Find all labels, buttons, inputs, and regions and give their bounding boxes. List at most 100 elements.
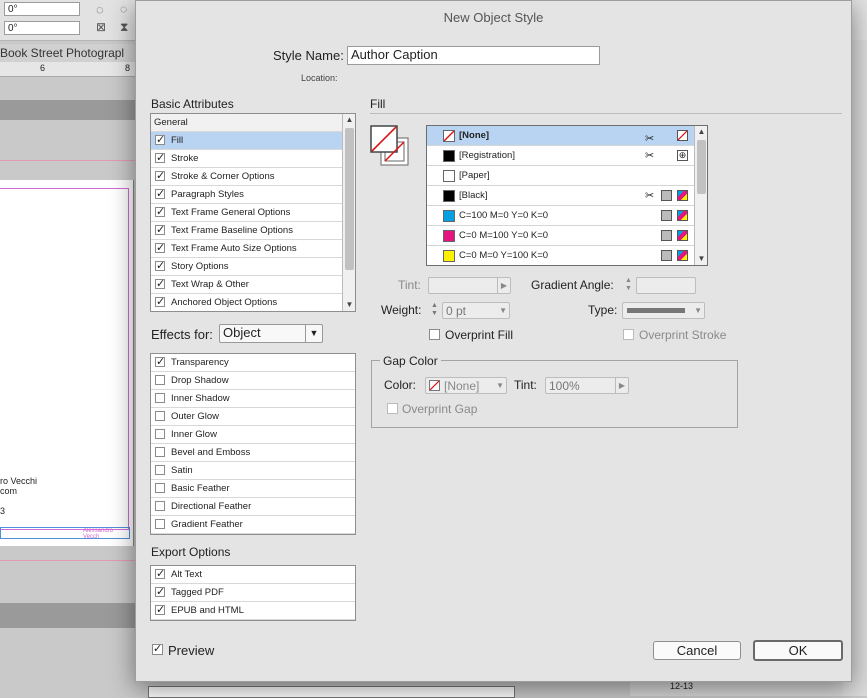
story-options-checkbox[interactable]: ✓ xyxy=(155,261,165,272)
gap-tint-field[interactable]: 100% ▶ xyxy=(545,377,629,394)
scroll-thumb[interactable] xyxy=(697,140,706,194)
satin-checkbox[interactable] xyxy=(155,465,165,475)
basic-attr-row-stroke[interactable]: ✓ Stroke xyxy=(151,150,355,168)
style-name-input[interactable]: Author Caption xyxy=(347,46,600,65)
rotation-field[interactable]: 0° xyxy=(4,2,80,16)
effect-row-bevel-emboss[interactable]: Bevel and Emboss xyxy=(151,444,355,462)
weight-stepper-icon[interactable]: ▲ ▼ xyxy=(428,302,441,319)
basic-attr-row-tf-baseline[interactable]: ✓ Text Frame Baseline Options xyxy=(151,222,355,240)
swatch-row-cyan[interactable]: C=100 M=0 Y=0 K=0 xyxy=(427,206,707,226)
tagged-pdf-checkbox[interactable]: ✓ xyxy=(155,587,165,598)
scroll-down-arrow-icon[interactable]: ▼ xyxy=(343,300,355,309)
effect-row-satin[interactable]: Satin xyxy=(151,462,355,480)
transparency-checkbox[interactable]: ✓ xyxy=(155,357,165,368)
cancel-button[interactable]: Cancel xyxy=(653,641,741,660)
anchored-checkbox[interactable]: ✓ xyxy=(155,297,165,308)
epub-checkbox[interactable]: ✓ xyxy=(155,605,165,616)
basic-attr-row-text-wrap[interactable]: ✓ Text Wrap & Other xyxy=(151,276,355,294)
scroll-up-arrow-icon[interactable]: ▲ xyxy=(695,127,707,136)
gap-color-select[interactable]: [None] ▼ xyxy=(425,377,507,394)
basic-attr-row-tf-general[interactable]: ✓ Text Frame General Options xyxy=(151,204,355,222)
effect-row-outer-glow[interactable]: Outer Glow xyxy=(151,408,355,426)
basic-attr-row-stroke-corner[interactable]: ✓ Stroke & Corner Options xyxy=(151,168,355,186)
shear-field[interactable]: 0° xyxy=(4,21,80,35)
swatch-row-paper[interactable]: [Paper] xyxy=(427,166,707,186)
effect-row-gradient-feather[interactable]: Gradient Feather xyxy=(151,516,355,534)
basic-attributes-list[interactable]: General ✓ Fill ✓ Stroke ✓ Stroke & Corner O… xyxy=(150,113,356,312)
chevron-down-icon: ▼ xyxy=(305,325,322,342)
cmyk-icon xyxy=(677,190,688,201)
preview-checkbox[interactable]: ✓ xyxy=(152,644,163,655)
alt-text-checkbox[interactable]: ✓ xyxy=(155,569,165,580)
inner-shadow-checkbox[interactable] xyxy=(155,393,165,403)
export-row-alt-text[interactable]: ✓ Alt Text xyxy=(151,566,355,584)
basic-feather-checkbox[interactable] xyxy=(155,483,165,493)
outer-glow-checkbox[interactable] xyxy=(155,411,165,421)
gradient-feather-checkbox[interactable] xyxy=(155,519,165,529)
new-object-style-dialog: New Object Style Style Name: Author Capt… xyxy=(135,0,852,682)
effect-row-directional-feather[interactable]: Directional Feather xyxy=(151,498,355,516)
gradient-angle-field[interactable] xyxy=(636,277,696,294)
effect-row-basic-feather[interactable]: Basic Feather xyxy=(151,480,355,498)
scroll-down-arrow-icon[interactable]: ▼ xyxy=(695,254,707,263)
stroke-type-select[interactable]: ▼ xyxy=(622,302,705,319)
tf-autosize-checkbox[interactable]: ✓ xyxy=(155,243,165,254)
transform-icon[interactable]: ◌ xyxy=(120,2,127,16)
effect-row-inner-shadow[interactable]: Inner Shadow xyxy=(151,390,355,408)
effects-for-select[interactable]: Object ▼ xyxy=(219,324,323,343)
selected-frame[interactable]: Alessandro Vecch xyxy=(0,527,130,540)
fill-stroke-proxy-icon[interactable] xyxy=(370,125,412,167)
rotate-icon[interactable]: ◌ xyxy=(96,2,104,17)
fill-swatch-list[interactable]: [None] ✂ [Registration] ✂ ⊕ [Paper] [Bla… xyxy=(426,125,708,266)
angle-stepper-icon[interactable]: ▲ ▼ xyxy=(622,277,635,294)
weight-value: 0 pt xyxy=(446,304,467,318)
scroll-thumb[interactable] xyxy=(345,128,354,270)
effect-row-drop-shadow[interactable]: Drop Shadow xyxy=(151,372,355,390)
overprint-fill-checkbox[interactable] xyxy=(429,329,440,340)
swatch-list-scrollbar[interactable]: ▲ ▼ xyxy=(694,126,707,265)
ok-button[interactable]: OK xyxy=(753,640,843,661)
inner-glow-checkbox[interactable] xyxy=(155,429,165,439)
overprint-stroke-checkbox[interactable] xyxy=(623,329,634,340)
flip-icon[interactable]: ⊠ xyxy=(96,20,106,34)
basic-attr-row-fill[interactable]: ✓ Fill xyxy=(151,132,355,150)
tf-baseline-checkbox[interactable]: ✓ xyxy=(155,225,165,236)
swatch-row-black[interactable]: [Black] ✂ xyxy=(427,186,707,206)
drop-shadow-checkbox[interactable] xyxy=(155,375,165,385)
effects-list[interactable]: ✓ Transparency Drop Shadow Inner Shadow O… xyxy=(150,353,356,535)
basic-attr-row-story-options[interactable]: ✓ Story Options xyxy=(151,258,355,276)
basic-attr-row-paragraph-styles[interactable]: ✓ Paragraph Styles xyxy=(151,186,355,204)
document-tab[interactable]: Book Street Photograpl xyxy=(0,44,135,62)
text-wrap-label: Text Wrap & Other xyxy=(171,279,249,290)
caption-text: ro Vecchi xyxy=(0,476,38,486)
basic-attributes-scrollbar[interactable]: ▲ ▼ xyxy=(342,114,355,311)
effect-row-inner-glow[interactable]: Inner Glow xyxy=(151,426,355,444)
directional-feather-checkbox[interactable] xyxy=(155,501,165,511)
drop-shadow-label: Drop Shadow xyxy=(171,375,229,386)
effect-row-transparency[interactable]: ✓ Transparency xyxy=(151,354,355,372)
basic-attr-row-tf-autosize[interactable]: ✓ Text Frame Auto Size Options xyxy=(151,240,355,258)
text-wrap-checkbox[interactable]: ✓ xyxy=(155,279,165,290)
paragraph-styles-checkbox[interactable]: ✓ xyxy=(155,189,165,200)
rotation-value: 0° xyxy=(8,4,18,15)
scroll-up-arrow-icon[interactable]: ▲ xyxy=(343,115,355,124)
export-row-epub[interactable]: ✓ EPUB and HTML xyxy=(151,602,355,620)
hourglass-icon[interactable]: ⧗ xyxy=(120,20,128,35)
overprint-gap-checkbox[interactable] xyxy=(387,403,398,414)
swatch-row-registration[interactable]: [Registration] ✂ ⊕ xyxy=(427,146,707,166)
general-row[interactable]: General xyxy=(151,114,355,132)
tf-general-checkbox[interactable]: ✓ xyxy=(155,207,165,218)
export-options-list[interactable]: ✓ Alt Text ✓ Tagged PDF ✓ EPUB and HTML xyxy=(150,565,356,621)
swatch-row-magenta[interactable]: C=0 M=100 Y=0 K=0 xyxy=(427,226,707,246)
swatch-row-none[interactable]: [None] ✂ xyxy=(427,126,707,146)
fill-checkbox[interactable]: ✓ xyxy=(155,135,165,146)
tint-field[interactable]: ▶ xyxy=(428,277,511,294)
bevel-emboss-checkbox[interactable] xyxy=(155,447,165,457)
basic-attr-row-anchored[interactable]: ✓ Anchored Object Options xyxy=(151,294,355,311)
stroke-corner-checkbox[interactable]: ✓ xyxy=(155,171,165,182)
horizontal-ruler: 6 8 xyxy=(0,62,135,77)
stroke-checkbox[interactable]: ✓ xyxy=(155,153,165,164)
swatch-row-yellow[interactable]: C=0 M=0 Y=100 K=0 xyxy=(427,246,707,265)
export-row-tagged-pdf[interactable]: ✓ Tagged PDF xyxy=(151,584,355,602)
weight-select[interactable]: 0 pt ▼ xyxy=(442,302,510,319)
